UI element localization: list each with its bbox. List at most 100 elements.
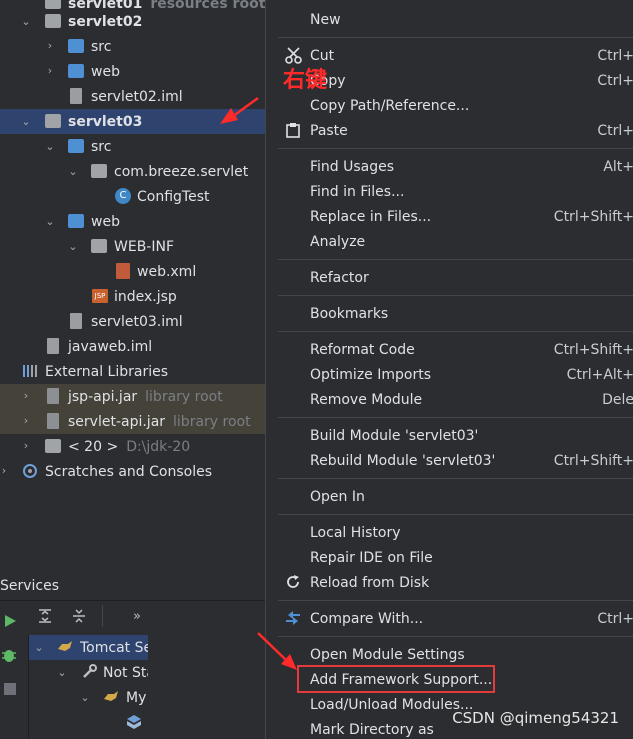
chevron-right-icon[interactable]: › — [20, 440, 32, 452]
menu-item-find-in-files[interactable]: Find in Files... — [266, 179, 633, 204]
tree-row-class[interactable]: C ConfigTest — [0, 184, 265, 209]
tree-label: < 20 > D:\jdk-20 — [68, 438, 191, 455]
menu-item-shortcut: Ctrl+Shift+ — [553, 208, 633, 225]
tree-row-jsp[interactable]: JSP index.jsp — [0, 284, 265, 309]
class-icon: C — [115, 188, 131, 204]
menu-item-replace-in-files[interactable]: Replace in Files... Ctrl+Shift+ — [266, 204, 633, 229]
tree-row-iml[interactable]: servlet02.iml — [0, 84, 265, 109]
menu-item-new[interactable]: New — [266, 7, 633, 32]
menu-item-label: Reload from Disk — [310, 574, 430, 591]
menu-item-open-in[interactable]: Open In — [266, 484, 633, 509]
chevron-down-icon[interactable]: ⌄ — [20, 16, 32, 28]
service-row-artifact[interactable] — [29, 710, 148, 735]
chevron-down-icon[interactable]: ⌄ — [33, 642, 45, 654]
tree-label: WEB-INF — [114, 238, 174, 255]
menu-separator — [278, 259, 633, 260]
menu-item-optimize-imports[interactable]: Optimize Imports Ctrl+Alt+ — [266, 362, 633, 387]
service-row-my[interactable]: ⌄ My — [29, 685, 148, 710]
chevron-down-icon[interactable]: ⌄ — [67, 241, 79, 253]
menu-item-rebuild-module[interactable]: Rebuild Module 'servlet03' Ctrl+Shift+ — [266, 448, 633, 473]
menu-separator — [278, 331, 633, 332]
menu-item-label: Optimize Imports — [310, 366, 431, 383]
menu-item-label: Open In — [310, 488, 365, 505]
tree-row-src[interactable]: › src — [0, 34, 265, 59]
artifact-icon — [126, 714, 142, 730]
expand-all-icon[interactable] — [37, 608, 53, 624]
chevron-right-icon[interactable]: › — [44, 65, 56, 77]
menu-item-find-usages[interactable]: Find Usages Alt+ — [266, 154, 633, 179]
tree-label: jsp-api.jar library root — [68, 388, 223, 405]
service-row-not-started[interactable]: ⌄ Not Sta — [29, 660, 148, 685]
chevron-down-icon[interactable]: ⌄ — [44, 216, 56, 228]
chevron-down-icon[interactable]: ⌄ — [20, 116, 32, 128]
chevron-right-icon[interactable]: › — [20, 415, 32, 427]
collapse-all-icon[interactable] — [71, 608, 87, 624]
divider — [0, 600, 265, 601]
tree-row-jar[interactable]: › jsp-api.jar library root — [0, 384, 265, 409]
iml-file-icon — [70, 88, 82, 104]
tree-row-servlet03[interactable]: ⌄ servlet03 — [0, 109, 265, 134]
web-folder-icon — [68, 64, 84, 78]
tree-row-jdk[interactable]: › < 20 > D:\jdk-20 — [0, 434, 265, 459]
service-row-tomcat[interactable]: ⌄ Tomcat Se — [29, 635, 148, 660]
source-folder-icon — [68, 139, 84, 153]
tree-label: javaweb.iml — [68, 338, 153, 355]
more-icon[interactable]: » — [133, 609, 149, 625]
menu-separator — [278, 37, 633, 38]
menu-item-analyze[interactable]: Analyze — [266, 229, 633, 254]
menu-item-reload-from-disk[interactable]: Reload from Disk — [266, 570, 633, 595]
tree-row-webxml[interactable]: web.xml — [0, 259, 265, 284]
menu-item-bookmarks[interactable]: Bookmarks — [266, 301, 633, 326]
tree-row-web[interactable]: › web — [0, 59, 265, 84]
tree-row-iml[interactable]: servlet03.iml — [0, 309, 265, 334]
stop-icon[interactable] — [3, 682, 19, 698]
menu-item-label: Rebuild Module 'servlet03' — [310, 452, 496, 469]
tree-label: ConfigTest — [137, 188, 210, 205]
chevron-down-icon[interactable]: ⌄ — [44, 141, 56, 153]
chevron-down-icon[interactable]: ⌄ — [56, 667, 68, 679]
tree-row-src[interactable]: ⌄ src — [0, 134, 265, 159]
menu-item-open-module-settings[interactable]: Open Module Settings — [266, 642, 633, 667]
chevron-down-icon[interactable]: ⌄ — [67, 166, 79, 178]
menu-item-compare-with[interactable]: Compare With... Ctrl+ — [266, 606, 633, 631]
tree-row-servlet02[interactable]: ⌄ servlet02 — [0, 9, 265, 34]
run-icon[interactable] — [2, 613, 18, 629]
tree-label: servlet02 — [68, 13, 143, 30]
service-label: Tomcat Se — [80, 639, 148, 656]
web-folder-icon — [68, 214, 84, 228]
chevron-right-icon[interactable]: › — [0, 465, 10, 477]
menu-item-label: Find in Files... — [310, 183, 405, 200]
menu-item-shortcut: Ctrl+Shift+ — [553, 452, 633, 469]
menu-item-local-history[interactable]: Local History — [266, 520, 633, 545]
tree-row-iml[interactable]: javaweb.iml — [0, 334, 265, 359]
menu-item-remove-module[interactable]: Remove Module Dele — [266, 387, 633, 412]
menu-item-shortcut: Ctrl+ — [597, 47, 633, 64]
services-title: Services — [0, 578, 60, 594]
menu-separator — [278, 148, 633, 149]
watermark: CSDN @qimeng54321 — [452, 709, 619, 727]
chevron-right-icon[interactable]: › — [44, 40, 56, 52]
tree-label: web — [91, 213, 120, 230]
annotation-label: 右键 — [283, 68, 328, 93]
menu-item-copy-path[interactable]: Copy Path/Reference... — [266, 93, 633, 118]
scratches-icon — [22, 463, 38, 479]
tree-row-jar[interactable]: › servlet-api.jar library root — [0, 409, 265, 434]
iml-file-icon — [70, 313, 82, 329]
tree-row-external-libraries[interactable]: External Libraries — [0, 359, 265, 384]
tree-row-package[interactable]: ⌄ com.breeze.servlet — [0, 159, 265, 184]
menu-item-refactor[interactable]: Refactor — [266, 265, 633, 290]
menu-item-build-module[interactable]: Build Module 'servlet03' — [266, 423, 633, 448]
services-tree: ⌄ Tomcat Se ⌄ Not Sta ⌄ My — [28, 635, 148, 739]
tree-row-webinf[interactable]: ⌄ WEB-INF — [0, 234, 265, 259]
menu-item-reformat-code[interactable]: Reformat Code Ctrl+Shift+ — [266, 337, 633, 362]
menu-item-paste[interactable]: Paste Ctrl+ — [266, 118, 633, 143]
package-icon — [91, 164, 107, 178]
menu-item-label: Copy Path/Reference... — [310, 97, 470, 114]
chevron-down-icon[interactable]: ⌄ — [79, 692, 91, 704]
tree-row-scratches[interactable]: › Scratches and Consoles — [0, 459, 265, 484]
debug-icon[interactable] — [1, 647, 17, 663]
tree-row-web[interactable]: ⌄ web — [0, 209, 265, 234]
menu-item-repair-ide[interactable]: Repair IDE on File — [266, 545, 633, 570]
menu-item-shortcut: Ctrl+ — [597, 122, 633, 139]
chevron-right-icon[interactable]: › — [20, 390, 32, 402]
